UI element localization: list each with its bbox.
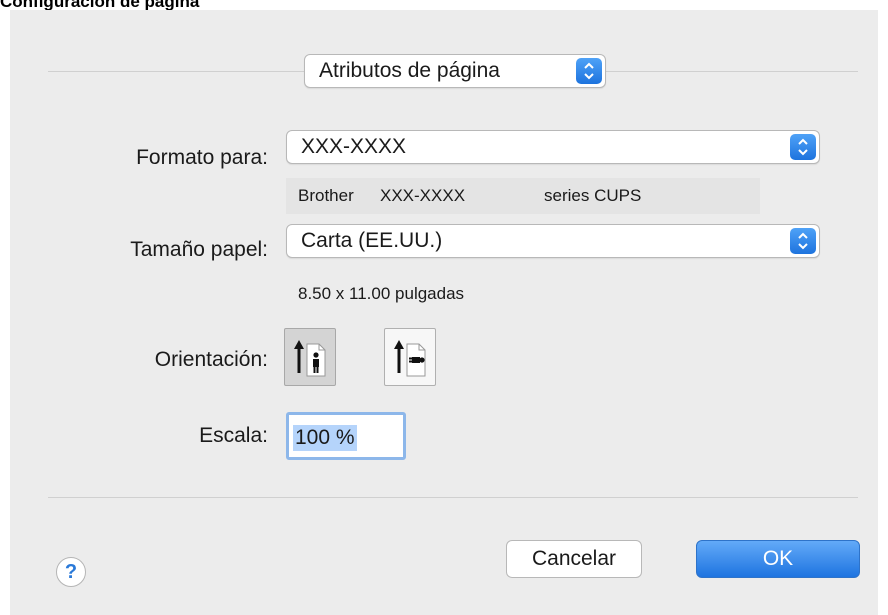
portrait-orientation-icon [294,340,326,377]
page-setup-dialog: Atributos de página Formato para: XXX-XX… [10,10,878,615]
ok-button[interactable]: OK [696,540,860,578]
printer-series: series CUPS [544,186,642,205]
printer-description: Brother XXX-XXXX series CUPS [286,178,760,214]
chevron-updown-icon [790,228,816,254]
scale-input[interactable]: 100 % [286,412,406,460]
top-separator-right [606,71,858,72]
scale-label: Escala: [199,424,268,447]
orientation-label: Orientación: [154,348,268,371]
format-for-value: XXX-XXXX [301,135,407,158]
attributes-popup[interactable]: Atributos de página [304,54,606,88]
chevron-updown-icon [790,134,816,160]
paper-size-label: Tamaño papel: [130,238,268,261]
paper-size-popup[interactable]: Carta (EE.UU.) [286,224,820,258]
help-icon: ? [64,561,78,583]
top-separator-left [48,71,304,72]
scale-value: 100 % [293,425,357,451]
printer-brand: Brother [298,186,354,205]
format-for-label: Formato para: [136,146,268,169]
landscape-orientation-button[interactable] [384,328,436,386]
cancel-button[interactable]: Cancelar [506,540,642,578]
paper-dimensions: 8.50 x 11.00 pulgadas [298,284,465,303]
portrait-orientation-button[interactable] [284,328,336,386]
format-for-popup[interactable]: XXX-XXXX [286,130,820,164]
paper-size-value: Carta (EE.UU.) [301,229,443,252]
chevron-updown-icon [576,58,602,84]
attributes-popup-label: Atributos de página [319,59,500,82]
bottom-separator [48,497,858,498]
landscape-orientation-icon [394,340,426,377]
help-button[interactable]: ? [56,557,86,587]
printer-model: XXX-XXXX [380,186,466,205]
